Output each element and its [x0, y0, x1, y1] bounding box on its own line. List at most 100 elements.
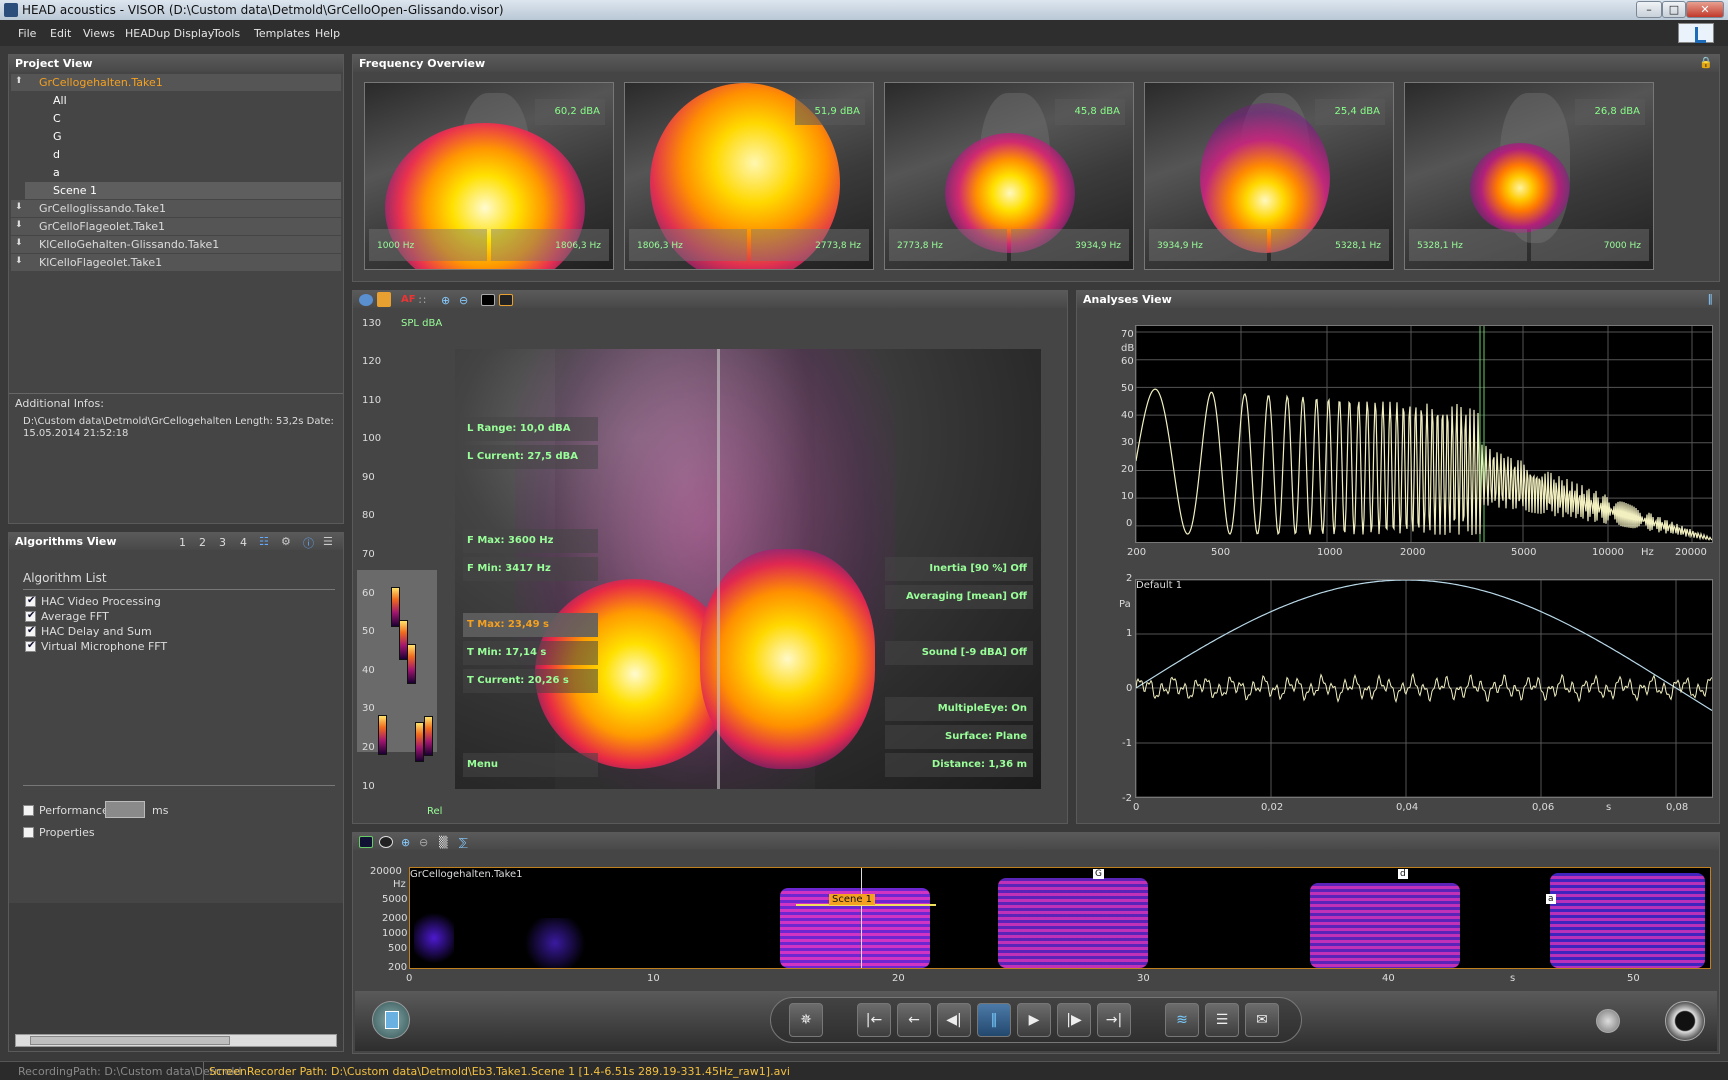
maximize-button[interactable]: □: [1662, 1, 1686, 18]
zoom-out-icon[interactable]: ⊖: [459, 294, 473, 307]
pause-button[interactable]: ‖: [977, 1003, 1011, 1037]
overlay-inertia[interactable]: Inertia [90 %] Off: [885, 557, 1033, 581]
grid-icon[interactable]: ∷: [419, 294, 433, 307]
waves-button[interactable]: ≋: [1165, 1003, 1199, 1037]
menu-file[interactable]: File: [18, 27, 36, 40]
range-icon[interactable]: ▒: [439, 836, 453, 849]
spec-y-tick: 200: [388, 962, 408, 973]
fft-plot[interactable]: [1135, 325, 1713, 543]
project-take-row[interactable]: ⬇ KlCelloFlageolet.Take1: [11, 254, 341, 271]
algorithm-checkbox[interactable]: [25, 640, 36, 652]
algorithm-page-4[interactable]: 4: [240, 536, 247, 549]
record-dial-button[interactable]: [1665, 1001, 1705, 1041]
black-screen-icon[interactable]: [481, 294, 495, 306]
algorithm-checkbox[interactable]: [25, 595, 36, 607]
expand-icon[interactable]: ⬇: [15, 238, 23, 248]
time-plot[interactable]: Default 1: [1135, 579, 1713, 798]
scene-label[interactable]: Scene 1: [829, 894, 876, 905]
project-subitem[interactable]: a: [11, 164, 341, 181]
project-subitem-scene[interactable]: Scene 1: [25, 182, 341, 199]
algorithm-page-2[interactable]: 2: [199, 536, 206, 549]
algorithm-page-3[interactable]: 3: [219, 536, 226, 549]
additional-infos-line: 15.05.2014 21:52:18: [23, 428, 129, 439]
marker-g[interactable]: G: [1093, 869, 1104, 879]
zoom-in-icon[interactable]: ⊕: [441, 294, 455, 307]
menu-help[interactable]: Help: [315, 27, 340, 40]
expand-icon[interactable]: ⬇: [15, 220, 23, 230]
frequency-thumb[interactable]: 26,8 dBA 5328,1 Hz 7000 Hz: [1404, 82, 1654, 270]
menu-edit[interactable]: Edit: [50, 27, 71, 40]
marker-icon[interactable]: ⅀: [459, 836, 473, 849]
marker-d[interactable]: d: [1398, 869, 1408, 879]
thumb-level: 26,8 dBA: [1575, 99, 1645, 125]
last-button[interactable]: →|: [1097, 1003, 1131, 1037]
document-button[interactable]: [372, 1001, 410, 1039]
play-button[interactable]: ▶: [1017, 1003, 1051, 1037]
menu-icon[interactable]: ☰: [323, 535, 333, 548]
project-subitem[interactable]: d: [11, 146, 341, 163]
help-icon[interactable]: ⓘ: [303, 535, 314, 551]
step-back-button[interactable]: ◀|: [937, 1003, 971, 1037]
clock-icon[interactable]: [379, 836, 393, 848]
aperture-button[interactable]: ✵: [789, 1003, 823, 1037]
step-forward-button[interactable]: |▶: [1057, 1003, 1091, 1037]
divider: [9, 393, 343, 394]
frequency-thumb[interactable]: 51,9 dBA 1806,3 Hz 2773,8 Hz: [624, 82, 874, 270]
minimize-button[interactable]: –: [1636, 1, 1662, 18]
first-button[interactable]: |←: [857, 1003, 891, 1037]
project-take-row[interactable]: ⬇ GrCelloglissando.Take1: [11, 200, 341, 217]
zoom-out-icon[interactable]: ⊖: [419, 836, 433, 849]
film-icon[interactable]: [499, 294, 513, 306]
playhead[interactable]: [861, 868, 862, 968]
spectrogram[interactable]: GrCellogehalten.Take1 Scene 1 G d a: [409, 867, 1711, 969]
overlay-distance[interactable]: Distance: 1,36 m: [885, 753, 1033, 777]
overlay-averaging[interactable]: Averaging [mean] Off: [885, 585, 1033, 609]
scrollbar-thumb[interactable]: [30, 1036, 230, 1045]
horizontal-scrollbar[interactable]: [15, 1034, 337, 1047]
pin-icon[interactable]: ‖: [1708, 292, 1714, 305]
project-subitem[interactable]: All: [11, 92, 341, 109]
expand-icon[interactable]: ⬇: [15, 202, 23, 212]
prev-button[interactable]: ←: [897, 1003, 931, 1037]
project-take-row[interactable]: ⬆ GrCellogehalten.Take1: [11, 74, 341, 91]
expand-icon[interactable]: ⬇: [15, 256, 23, 266]
algorithm-page-1[interactable]: 1: [179, 536, 186, 549]
algorithm-checkbox[interactable]: [25, 610, 36, 622]
algorithm-checkbox[interactable]: [25, 625, 36, 637]
multi-camera-button[interactable]: [1596, 1009, 1620, 1033]
frequency-thumb[interactable]: 45,8 dBA 2773,8 Hz 3934,9 Hz: [884, 82, 1134, 270]
performance-checkbox[interactable]: [23, 805, 34, 816]
project-subitem[interactable]: C: [11, 110, 341, 127]
close-button[interactable]: ✕: [1686, 1, 1724, 18]
properties-checkbox[interactable]: [23, 827, 34, 838]
collapse-icon[interactable]: ⬆: [15, 76, 23, 86]
overlay-multipleeye[interactable]: MultipleEye: On: [885, 697, 1033, 721]
project-take-row[interactable]: ⬇ GrCelloFlageolet.Take1: [11, 218, 341, 235]
acoustic-camera-video[interactable]: L Range: 10,0 dBA L Current: 27,5 dBA F …: [455, 349, 1041, 789]
mail-button[interactable]: ✉: [1245, 1003, 1279, 1037]
overlay-menu[interactable]: Menu: [463, 753, 598, 777]
project-take-row[interactable]: ⬇ KlCelloGehalten-Glissando.Take1: [11, 236, 341, 253]
menu-templates[interactable]: Templates: [254, 27, 310, 40]
camera-icon[interactable]: [359, 294, 373, 306]
performance-input[interactable]: [105, 801, 145, 818]
project-subitem[interactable]: G: [11, 128, 341, 145]
zoom-in-icon[interactable]: ⊕: [401, 836, 415, 849]
menu-views[interactable]: Views: [83, 27, 115, 40]
frequency-thumb[interactable]: 60,2 dBA 1000 Hz 1806,3 Hz: [364, 82, 614, 270]
lock-icon[interactable]: 🔒: [1699, 56, 1713, 69]
overlay-sound[interactable]: Sound [-9 dBA] Off: [885, 641, 1033, 665]
spectrogram-icon[interactable]: [359, 836, 373, 848]
gear-icon[interactable]: ⚙: [281, 535, 291, 548]
acoustic-filter-icon[interactable]: AF: [401, 294, 416, 306]
overlay-surface[interactable]: Surface: Plane: [885, 725, 1033, 749]
time-x-tick: 0,02: [1261, 802, 1284, 813]
marker-a[interactable]: a: [1546, 894, 1556, 904]
network-icon[interactable]: ☷: [259, 535, 269, 548]
frequency-thumb[interactable]: 25,4 dBA 3934,9 Hz 5328,1 Hz: [1144, 82, 1394, 270]
record-icon[interactable]: [377, 292, 391, 307]
menu-tools[interactable]: Tools: [213, 27, 240, 40]
list-button[interactable]: ☰: [1205, 1003, 1239, 1037]
menu-headup-display[interactable]: HEADup Display: [125, 27, 214, 40]
fft-x-tick: 20000: [1675, 547, 1707, 558]
